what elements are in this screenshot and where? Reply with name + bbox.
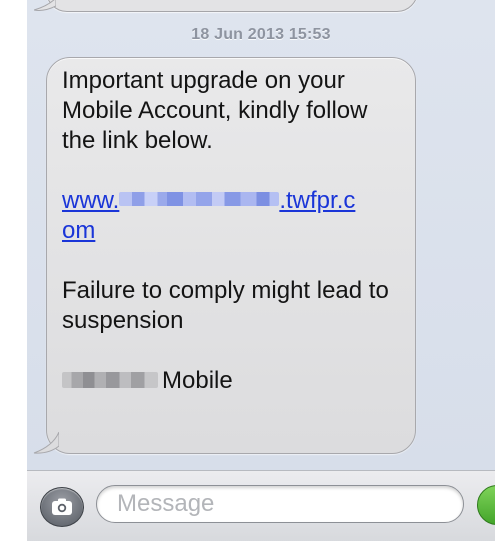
phishing-link-suffix[interactable]: .twfpr.c	[279, 187, 355, 214]
message-line-intro: Important upgrade on your Mobile Account…	[62, 67, 368, 154]
message-line-warning: Failure to comply might lead to suspensi…	[62, 277, 389, 334]
composer-left-margin	[0, 470, 27, 541]
phishing-link-end[interactable]: om	[62, 217, 95, 244]
message-signature: Mobile	[62, 366, 407, 396]
previous-message-bubble[interactable]	[46, 0, 418, 12]
redacted-link-part[interactable]	[119, 192, 280, 206]
camera-button[interactable]	[40, 487, 84, 527]
sender-suffix: Mobile	[162, 367, 233, 394]
incoming-bubble-tail	[33, 432, 59, 454]
redacted-sender-name	[62, 372, 158, 388]
camera-icon	[52, 498, 72, 515]
message-timestamp: 18 Jun 2013 15:53	[191, 26, 331, 43]
left-margin	[0, 0, 27, 470]
message-input[interactable]: Message	[96, 485, 464, 523]
messages-screen: 18 Jun 2013 15:53 Important upgrade on y…	[0, 0, 495, 541]
previous-bubble-tail	[34, 0, 56, 11]
message-text: Important upgrade on your Mobile Account…	[62, 66, 407, 396]
phishing-link-prefix[interactable]: www.	[62, 187, 119, 214]
message-link[interactable]: www. .twfpr.c om	[62, 186, 407, 246]
